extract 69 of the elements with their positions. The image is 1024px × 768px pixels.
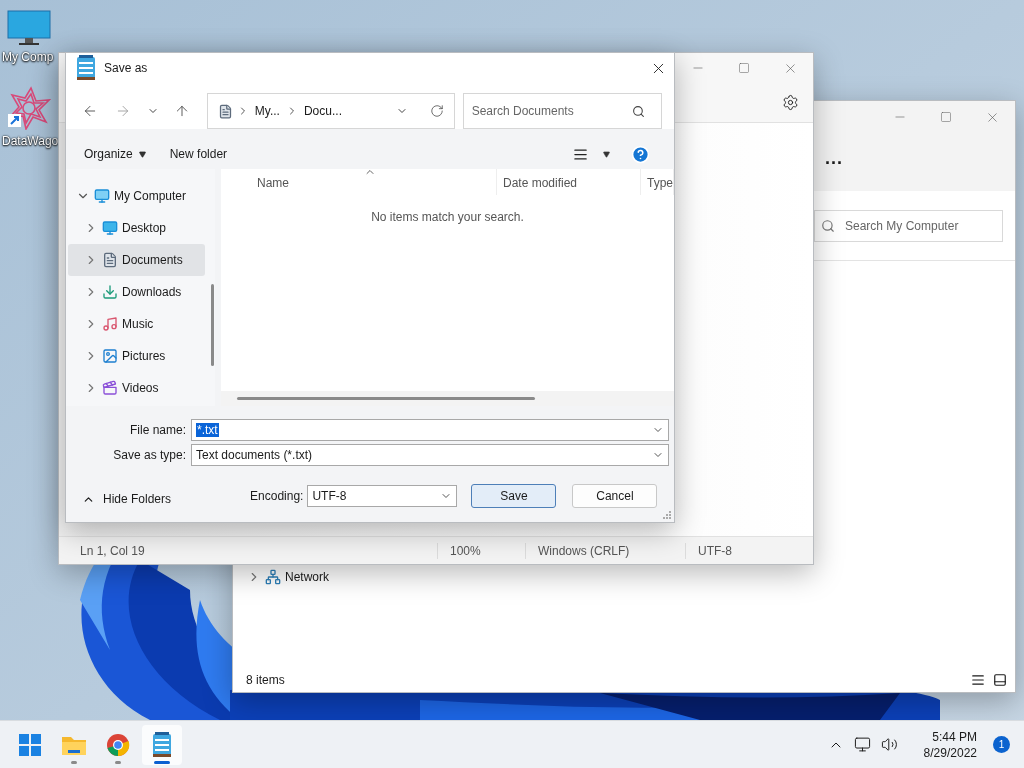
notification-badge[interactable]: 1 [993, 736, 1010, 753]
folder-tree-item[interactable]: Documents [68, 244, 205, 276]
folder-tree-item[interactable]: My Computer [68, 180, 205, 212]
video-icon [102, 380, 118, 396]
status-bar-text: 100% [437, 542, 525, 559]
file-type-dropdown[interactable]: Text documents (*.txt) [191, 444, 669, 466]
scrollbar[interactable] [211, 284, 214, 366]
monitor-icon [7, 10, 51, 46]
settings-icon[interactable] [782, 94, 799, 111]
file-name-field[interactable]: *.txt [191, 419, 669, 441]
address-bar[interactable]: My... Docu... [206, 93, 455, 129]
folder-tree-item[interactable]: Pictures [68, 340, 205, 372]
star-shortcut-icon [7, 86, 51, 130]
caret-icon [138, 150, 146, 158]
search-field[interactable]: Search Documents [462, 93, 662, 129]
search-icon [821, 218, 835, 233]
encoding-dropdown[interactable]: UTF-8 [307, 485, 458, 507]
folder-tree-item[interactable]: Videos [68, 372, 205, 404]
help-icon[interactable] [630, 144, 650, 164]
document-icon [217, 103, 233, 119]
hide-folders-button[interactable]: Hide Folders [76, 491, 178, 507]
column-header[interactable]: Type [641, 169, 674, 195]
breadcrumb-item[interactable]: My... [252, 104, 282, 118]
maximize-icon[interactable] [940, 111, 952, 123]
clock-time[interactable]: 5:44 PM [932, 728, 977, 745]
status-bar-text: Windows (CRLF) [525, 542, 685, 559]
item-count: 8 items [246, 673, 285, 687]
network-icon [265, 569, 281, 585]
resize-grip-icon[interactable] [663, 511, 672, 520]
field-label: File name: [128, 423, 186, 437]
column-header[interactable]: Date modified [497, 169, 641, 195]
browser-icon [106, 732, 130, 757]
notepad-icon [152, 731, 172, 758]
refresh-icon[interactable] [429, 104, 444, 118]
folder-tree-item[interactable]: Desktop [68, 212, 205, 244]
empty-message: No items match your search. [371, 210, 524, 224]
folder-tree-item[interactable]: Network [239, 565, 349, 589]
list-view-icon[interactable] [572, 146, 588, 162]
search-field[interactable]: Search My Computer [814, 209, 1003, 242]
dialog-title: Save as [104, 61, 149, 75]
cancel-button[interactable]: Cancel [572, 484, 658, 508]
windows-start-icon [19, 733, 41, 756]
organize-button[interactable]: Organize [74, 143, 156, 165]
up-arrow-icon[interactable] [174, 103, 190, 119]
status-bar-text: Ln 1, Col 19 [79, 542, 146, 559]
column-header[interactable]: Name [221, 169, 497, 195]
music-icon [102, 316, 118, 332]
field-label: Encoding: [250, 489, 304, 503]
clock-date[interactable]: 8/29/2022 [923, 744, 977, 761]
scrollbar[interactable] [237, 397, 535, 400]
details-view-icon[interactable] [971, 673, 985, 687]
taskbar-app-button[interactable] [142, 724, 182, 765]
status-bar-text: UTF-8 [685, 542, 813, 559]
tiles-view-icon[interactable] [993, 673, 1007, 687]
document-icon [102, 252, 118, 268]
save-button[interactable]: Save [471, 484, 557, 508]
picture-icon [102, 348, 118, 364]
download-icon [102, 284, 118, 300]
monitor-icon [94, 188, 110, 204]
folder-tree-item[interactable]: Downloads [68, 276, 205, 308]
maximize-icon[interactable] [738, 62, 750, 74]
caret-icon[interactable] [602, 150, 610, 158]
new-folder-button[interactable]: New folder [159, 143, 238, 165]
desktop-icon [102, 220, 118, 236]
more-options-button[interactable]: ... [821, 147, 847, 177]
breadcrumb-item[interactable]: Docu... [301, 104, 344, 118]
field-label: Save as type: [112, 448, 186, 462]
search-icon [632, 104, 645, 118]
folder-tree-item[interactable]: Music [68, 308, 205, 340]
